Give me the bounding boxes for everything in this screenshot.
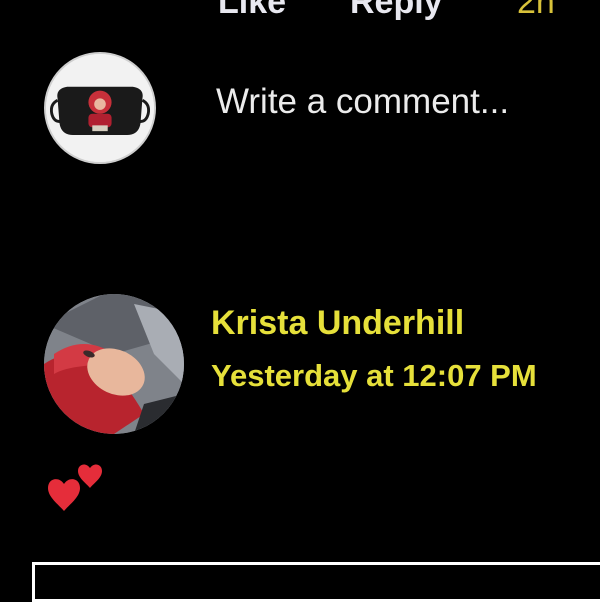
comment-input[interactable]	[216, 80, 586, 124]
reply-link[interactable]: Reply	[350, 0, 443, 22]
comment-actions-row: Like Reply 2h	[0, 0, 600, 22]
like-link[interactable]: Like	[218, 0, 286, 22]
two-hearts-icon	[48, 464, 102, 511]
post-header: Krista Underhill Yesterday at 12:07 PM .	[44, 294, 600, 434]
comment-timestamp[interactable]: 2h	[517, 0, 555, 22]
user-avatar[interactable]	[44, 52, 156, 164]
next-content-box	[32, 562, 600, 602]
mask-avatar-icon	[46, 54, 154, 162]
author-name[interactable]: Krista Underhill	[211, 304, 464, 343]
post-body	[44, 462, 124, 522]
comment-composer	[44, 50, 586, 165]
profile-photo-icon	[44, 294, 184, 434]
author-avatar[interactable]	[44, 294, 184, 434]
post-timestamp[interactable]: Yesterday at 12:07 PM	[211, 358, 537, 394]
